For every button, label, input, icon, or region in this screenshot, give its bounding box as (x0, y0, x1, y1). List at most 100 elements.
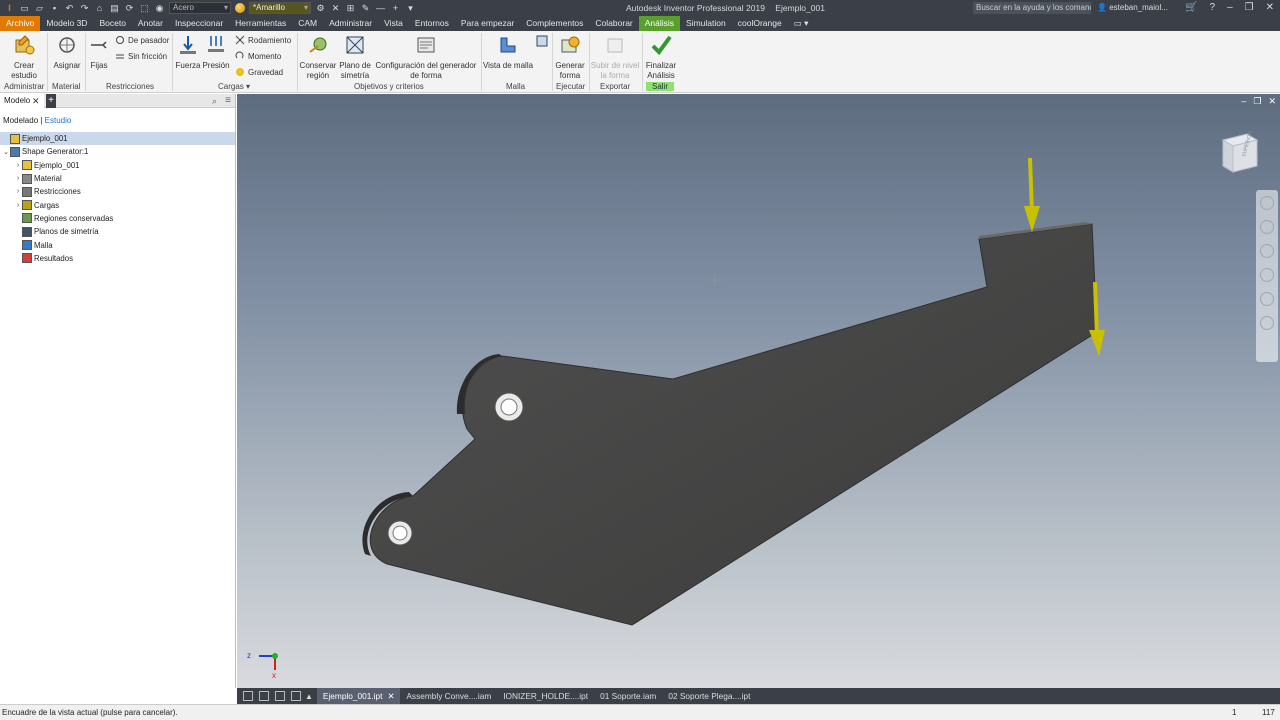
close-icon[interactable]: ✕ (387, 691, 394, 701)
plus-icon[interactable]: + (390, 3, 401, 14)
tab-herramientas[interactable]: Herramientas (229, 16, 292, 31)
momento-button[interactable]: Momento (235, 51, 281, 61)
mode-modelado[interactable]: Modelado (3, 116, 38, 125)
search-icon[interactable]: ⌕ (212, 96, 217, 107)
tab-complementos[interactable]: Complementos (520, 16, 589, 31)
plano-simetria-button[interactable]: Plano de simetría (338, 34, 372, 81)
tab-entornos[interactable]: Entornos (409, 16, 455, 31)
fijas-button[interactable]: Fijas (88, 34, 110, 71)
clear-icon[interactable]: ✕ (330, 3, 341, 14)
chevron-right-icon[interactable]: › (14, 162, 22, 169)
tabs-menu-icon[interactable]: ▲ (305, 692, 313, 701)
finalizar-analisis-button[interactable]: Finalizar Análisis (643, 34, 679, 81)
settings-icon[interactable]: ◉ (154, 3, 165, 14)
tree-item[interactable]: Regiones conservadas (0, 212, 235, 225)
orbit-icon[interactable] (1260, 268, 1274, 282)
restore-icon[interactable]: ❐ (1245, 2, 1254, 13)
adjust-icon[interactable]: ⚙ (315, 3, 326, 14)
zoom-icon[interactable] (1260, 244, 1274, 258)
generar-forma-button[interactable]: Generar forma (553, 34, 587, 81)
tree-item[interactable]: › Restricciones (0, 185, 235, 198)
undo-icon[interactable]: ↶ (64, 3, 75, 14)
tree-item[interactable]: Ejemplo_001 (0, 132, 235, 146)
tree-item[interactable]: › Material (0, 172, 235, 185)
document-tab[interactable]: Ejemplo_001.ipt ✕ (316, 688, 401, 704)
look-at-icon[interactable] (1260, 292, 1274, 306)
ribbon-options-icon[interactable]: ▭ ▾ (788, 16, 815, 31)
close-icon[interactable]: ✕ (1266, 2, 1274, 13)
tile-grid-icon[interactable] (259, 691, 269, 701)
line-icon[interactable]: — (375, 3, 386, 14)
tree-item[interactable]: Resultados (0, 252, 235, 265)
group-cargas[interactable]: Cargas ▾ (218, 82, 250, 91)
group-material[interactable]: Material (52, 82, 80, 91)
user-account[interactable]: 👤 esteban_maiol... (1097, 3, 1168, 12)
tab-administrar[interactable]: Administrar (323, 16, 378, 31)
document-tab[interactable]: 01 Soporte.iam (594, 688, 662, 704)
tree-item[interactable]: ⌄ Shape Generator:1 (0, 145, 235, 158)
group-objetivos[interactable]: Objetivos y criterios (354, 82, 424, 91)
config-generador-button[interactable]: Configuración del generador de forma (373, 34, 479, 81)
fuerza-button[interactable]: Fuerza (175, 34, 201, 71)
document-tab[interactable]: IONIZER_HOLDE....ipt (497, 688, 594, 704)
conservar-region-button[interactable]: Conservar región (299, 34, 337, 81)
group-restricciones[interactable]: Restricciones (106, 82, 154, 91)
help-icon[interactable]: ? (1210, 2, 1216, 13)
subir-nivel-button[interactable]: Subir de nivel la forma (590, 34, 640, 81)
chevron-right-icon[interactable]: › (14, 202, 22, 209)
tab-an-lisis[interactable]: Análisis (638, 16, 681, 31)
cascade-icon[interactable] (291, 691, 301, 701)
pin-hole-upper[interactable] (494, 392, 524, 422)
tab-archivo[interactable]: Archivo (0, 16, 41, 31)
document-tab[interactable]: 02 Soporte Plega....ipt (662, 688, 756, 704)
rodamiento-button[interactable]: Rodamiento (235, 35, 291, 45)
update-icon[interactable]: ⟳ (124, 3, 135, 14)
add-tab-icon[interactable]: + (46, 94, 56, 108)
chevron-down-icon[interactable]: ⌄ (2, 148, 10, 156)
presion-button[interactable]: Presión (202, 34, 230, 71)
open-file-icon[interactable]: ▱ (34, 3, 45, 14)
tree-item[interactable]: › Cargas (0, 198, 235, 211)
save-icon[interactable]: ▪ (49, 3, 60, 14)
pen-icon[interactable]: ✎ (360, 3, 371, 14)
de-pasador-button[interactable]: De pasador (115, 35, 169, 45)
mode-estudio[interactable]: Estudio (45, 116, 72, 125)
mesh-settings-icon[interactable] (536, 35, 548, 47)
help-search-input[interactable]: Buscar en la ayuda y los comandos... (973, 2, 1091, 14)
graphics-viewport[interactable]: – ❐ ✕ SUPERIOR z x (237, 94, 1280, 688)
cart-icon[interactable]: 🛒 (1185, 2, 1197, 13)
chevron-right-icon[interactable]: › (14, 188, 22, 195)
tree-item[interactable]: Planos de simetría (0, 225, 235, 238)
view-face-icon[interactable] (1260, 316, 1274, 330)
tab-colaborar[interactable]: Colaborar (589, 16, 638, 31)
appearance-dropdown[interactable]: *Amarillo (249, 2, 311, 14)
group-administrar[interactable]: Administrar (4, 82, 44, 91)
viewcube[interactable]: SUPERIOR (1219, 130, 1259, 174)
tab-coolorange[interactable]: coolOrange (732, 16, 788, 31)
minimize-icon[interactable]: – (1227, 2, 1233, 13)
measure-icon[interactable]: ⊞ (345, 3, 356, 14)
tile-vertical-icon[interactable] (275, 691, 285, 701)
asignar-button[interactable]: Asignar (52, 34, 82, 71)
select-icon[interactable]: ⬚ (139, 3, 150, 14)
pin-hole-lower[interactable] (387, 520, 413, 546)
menu-icon[interactable]: ≡ (225, 95, 231, 106)
bracket-part[interactable] (362, 222, 1098, 626)
material-dropdown[interactable]: Acero (169, 2, 231, 14)
group-ejecutar[interactable]: Ejecutar (556, 82, 585, 91)
tab-boceto[interactable]: Boceto (93, 16, 131, 31)
sin-friccion-button[interactable]: Sin fricción (115, 51, 167, 61)
tab-anotar[interactable]: Anotar (132, 16, 169, 31)
chevron-right-icon[interactable]: › (14, 175, 22, 182)
tab-para-empezar[interactable]: Para empezar (455, 16, 520, 31)
pan-icon[interactable] (1260, 220, 1274, 234)
vista-malla-button[interactable]: Vista de malla (482, 34, 534, 71)
new-file-icon[interactable]: ▭ (19, 3, 30, 14)
group-exportar[interactable]: Exportar (600, 82, 630, 91)
redo-icon[interactable]: ↷ (79, 3, 90, 14)
load-arrow-top[interactable] (1024, 157, 1040, 232)
document-tab[interactable]: Assembly Conve....iam (400, 688, 497, 704)
home-icon[interactable]: ⌂ (94, 3, 105, 14)
gravedad-button[interactable]: Gravedad (235, 67, 283, 77)
tile-horizontal-icon[interactable] (243, 691, 253, 701)
